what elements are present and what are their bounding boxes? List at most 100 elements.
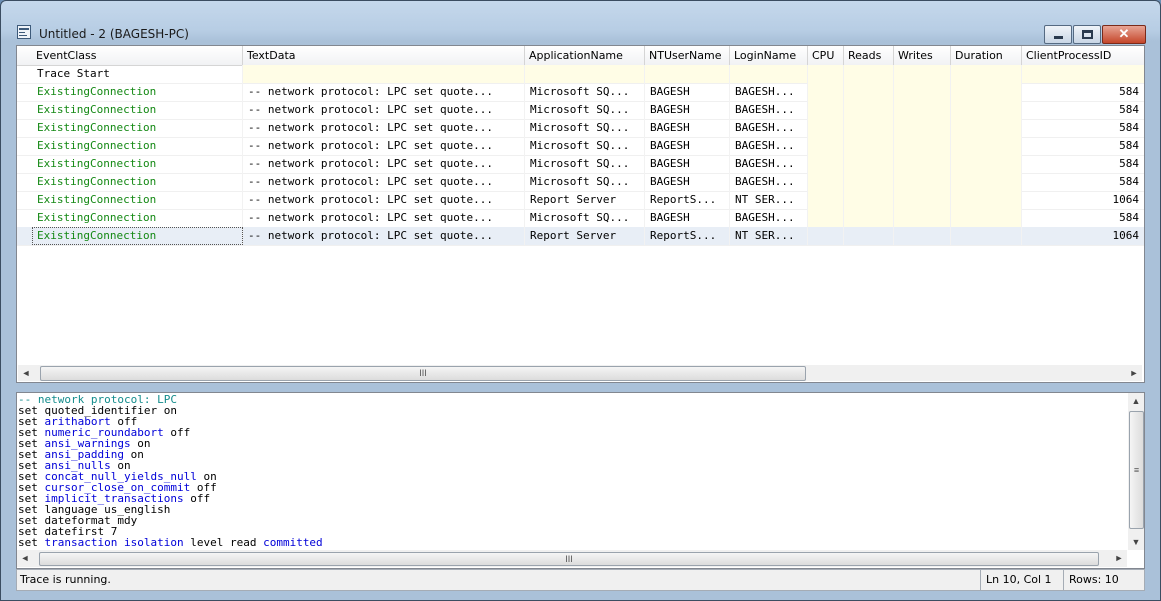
scroll-right-icon[interactable]: ► bbox=[1126, 365, 1142, 381]
text-vscroll-thumb[interactable]: ≡ bbox=[1129, 411, 1144, 529]
cell-eventclass: ExistingConnection bbox=[32, 101, 243, 119]
grid-horizontal-scrollbar[interactable]: ◄ III ► bbox=[18, 365, 1142, 381]
table-row[interactable]: ExistingConnection -- network protocol: L… bbox=[17, 119, 1144, 138]
cell-reads bbox=[844, 101, 894, 119]
minimize-icon bbox=[1054, 36, 1063, 39]
cell-textdata: -- network protocol: LPC set quote... bbox=[243, 209, 525, 227]
cell-duration bbox=[951, 83, 1022, 101]
cell-textdata bbox=[243, 65, 525, 83]
minimize-button[interactable] bbox=[1044, 25, 1072, 44]
cell-cpu bbox=[808, 137, 844, 155]
table-row[interactable]: ExistingConnection -- network protocol: L… bbox=[17, 101, 1144, 120]
maximize-button[interactable] bbox=[1073, 25, 1101, 44]
code-text: off bbox=[163, 426, 191, 439]
column-header-textdata[interactable]: TextData bbox=[243, 46, 525, 65]
cell-applicationname: Report Server bbox=[525, 191, 645, 209]
column-header-clientprocessid[interactable]: ClientProcessID bbox=[1022, 46, 1144, 65]
cell-reads bbox=[844, 173, 894, 191]
scroll-down-icon[interactable]: ▼ bbox=[1128, 534, 1144, 550]
cell-applicationname: Microsoft SQ... bbox=[525, 155, 645, 173]
cell-eventclass: Trace Start bbox=[32, 65, 243, 83]
grip-icon: III bbox=[565, 554, 573, 564]
cell-writes bbox=[894, 101, 951, 119]
cell-textdata: -- network protocol: LPC set quote... bbox=[243, 119, 525, 137]
cell-applicationname: Report Server bbox=[525, 227, 645, 245]
column-header-reads[interactable]: Reads bbox=[844, 46, 894, 65]
column-header-applicationname[interactable]: ApplicationName bbox=[525, 46, 645, 65]
close-button[interactable]: ✕ bbox=[1102, 25, 1146, 44]
cell-reads bbox=[844, 65, 894, 83]
grid-scroll-thumb[interactable]: III bbox=[40, 366, 806, 381]
code-keyword: committed bbox=[263, 536, 323, 549]
text-vertical-scrollbar[interactable]: ▲ ≡ ▼ bbox=[1128, 393, 1144, 550]
scroll-left-icon[interactable]: ◄ bbox=[17, 550, 33, 566]
cell-applicationname: Microsoft SQ... bbox=[525, 101, 645, 119]
cell-ntusername: BAGESH bbox=[645, 137, 730, 155]
table-row[interactable]: ExistingConnection -- network protocol: L… bbox=[17, 83, 1144, 102]
cell-loginname: BAGESH... bbox=[730, 209, 808, 227]
textdata-pane[interactable]: -- network protocol: LPC set quoted_ident… bbox=[16, 392, 1145, 569]
window-title: Untitled - 2 (BAGESH-PC) bbox=[39, 27, 189, 41]
cell-duration bbox=[951, 119, 1022, 137]
table-row[interactable]: ExistingConnection -- network protocol: L… bbox=[17, 227, 1144, 246]
grid-header: EventClass TextData ApplicationName NTUserN… bbox=[17, 46, 1144, 66]
cell-duration bbox=[951, 65, 1022, 83]
cell-ntusername: ReportS... bbox=[645, 227, 730, 245]
cell-ntusername: BAGESH bbox=[645, 83, 730, 101]
cell-textdata: -- network protocol: LPC set quote... bbox=[243, 101, 525, 119]
cell-clientprocessid: 584 bbox=[1022, 155, 1144, 173]
cell-reads bbox=[844, 137, 894, 155]
cell-ntusername: BAGESH bbox=[645, 173, 730, 191]
column-header-cpu[interactable]: CPU bbox=[808, 46, 844, 65]
cell-eventclass: ExistingConnection bbox=[32, 155, 243, 173]
column-header-ntusername[interactable]: NTUserName bbox=[645, 46, 730, 65]
code-text: level read bbox=[183, 536, 264, 549]
cell-cpu bbox=[808, 101, 844, 119]
cell-clientprocessid bbox=[1022, 65, 1144, 83]
cell-clientprocessid: 584 bbox=[1022, 83, 1144, 101]
cell-applicationname: Microsoft SQ... bbox=[525, 137, 645, 155]
cell-clientprocessid: 584 bbox=[1022, 101, 1144, 119]
cell-textdata: -- network protocol: LPC set quote... bbox=[243, 137, 525, 155]
grip-icon: III bbox=[419, 368, 427, 378]
cell-eventclass: ExistingConnection bbox=[32, 173, 243, 191]
cell-duration bbox=[951, 227, 1022, 245]
cell-loginname: NT SER... bbox=[730, 227, 808, 245]
cell-eventclass: ExistingConnection bbox=[32, 119, 243, 137]
grip-icon: ≡ bbox=[1133, 465, 1140, 475]
cell-writes bbox=[894, 191, 951, 209]
status-bar: Trace is running. Ln 10, Col 1 Rows: 10 bbox=[16, 569, 1145, 591]
cell-writes bbox=[894, 209, 951, 227]
cell-eventclass: ExistingConnection bbox=[32, 137, 243, 155]
cell-applicationname: Microsoft SQ... bbox=[525, 209, 645, 227]
cell-cpu bbox=[808, 65, 844, 83]
cell-duration bbox=[951, 101, 1022, 119]
scroll-right-icon[interactable]: ► bbox=[1111, 550, 1127, 566]
title-bar[interactable] bbox=[1, 1, 1160, 29]
column-header-writes[interactable]: Writes bbox=[894, 46, 951, 65]
cell-clientprocessid: 1064 bbox=[1022, 227, 1144, 245]
text-horizontal-scrollbar[interactable]: ◄ III ► bbox=[17, 550, 1127, 567]
trace-grid: EventClass TextData ApplicationName NTUserN… bbox=[16, 45, 1145, 383]
cell-clientprocessid: 584 bbox=[1022, 173, 1144, 191]
cell-loginname: BAGESH... bbox=[730, 101, 808, 119]
table-row[interactable]: ExistingConnection -- network protocol: L… bbox=[17, 209, 1144, 228]
text-hscroll-thumb[interactable]: III bbox=[39, 552, 1099, 566]
cell-eventclass: ExistingConnection bbox=[32, 191, 243, 209]
table-row[interactable]: ExistingConnection -- network protocol: L… bbox=[17, 191, 1144, 210]
cell-cpu bbox=[808, 191, 844, 209]
cell-reads bbox=[844, 119, 894, 137]
column-header-eventclass[interactable]: EventClass bbox=[32, 46, 243, 65]
scroll-left-icon[interactable]: ◄ bbox=[18, 365, 34, 381]
table-row[interactable]: ExistingConnection -- network protocol: L… bbox=[17, 155, 1144, 174]
cell-ntusername: ReportS... bbox=[645, 191, 730, 209]
column-header-duration[interactable]: Duration bbox=[951, 46, 1022, 65]
cell-loginname: BAGESH... bbox=[730, 155, 808, 173]
cell-cpu bbox=[808, 83, 844, 101]
table-row[interactable]: Trace Start bbox=[17, 65, 1144, 84]
column-header-loginname[interactable]: LoginName bbox=[730, 46, 808, 65]
table-row[interactable]: ExistingConnection -- network protocol: L… bbox=[17, 137, 1144, 156]
table-row[interactable]: ExistingConnection -- network protocol: L… bbox=[17, 173, 1144, 192]
cell-duration bbox=[951, 173, 1022, 191]
scroll-up-icon[interactable]: ▲ bbox=[1128, 393, 1144, 409]
